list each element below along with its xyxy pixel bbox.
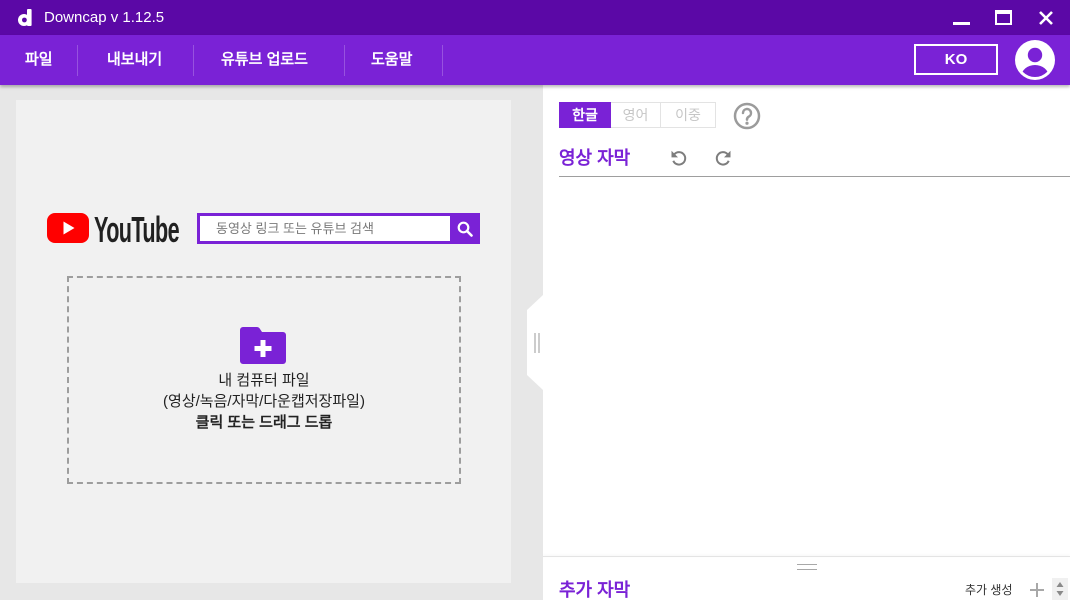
drop-zone-line-3: 클릭 또는 드래그 드롭 — [195, 414, 333, 431]
drop-zone-text: 내 컴퓨터 파일 (영상/녹음/자막/다운캡저장파일) 클릭 또는 드래그 드롭 — [69, 370, 459, 433]
youtube-search-input[interactable] — [197, 213, 453, 244]
subtitle-language-tabs: 한글 영어 이중 — [559, 102, 716, 128]
menu-bar: 파일 내보내기 유튜브 업로드 도움말 KO — [0, 35, 1070, 85]
plus-icon[interactable] — [1029, 582, 1045, 598]
subtitle-header-divider — [559, 176, 1070, 177]
redo-icon[interactable] — [714, 149, 732, 167]
close-button[interactable] — [1026, 0, 1066, 35]
youtube-search — [197, 213, 480, 244]
menu-separator — [193, 45, 194, 76]
language-button[interactable]: KO — [914, 44, 998, 75]
section-divider — [543, 556, 1070, 557]
menu-separator — [77, 45, 78, 76]
close-icon — [1039, 10, 1053, 25]
menu-separator — [344, 45, 345, 76]
youtube-play-icon — [47, 213, 89, 243]
drop-zone-line-1: 내 컴퓨터 파일 — [218, 372, 310, 389]
maximize-button[interactable] — [983, 0, 1023, 35]
additional-subtitle-title: 추가 자막 — [559, 580, 631, 600]
drop-zone-line-2: (영상/녹음/자막/다운캡저장파일) — [163, 393, 365, 410]
video-subtitle-title: 영상 자막 — [559, 148, 631, 168]
tab-dual[interactable]: 이중 — [661, 102, 716, 128]
menu-separator — [442, 45, 443, 76]
file-drop-zone[interactable]: 내 컴퓨터 파일 (영상/녹음/자막/다운캡저장파일) 클릭 또는 드래그 드롭 — [67, 276, 461, 484]
tab-korean[interactable]: 한글 — [559, 102, 611, 128]
minimize-icon — [952, 11, 970, 25]
spinner-arrows-icon[interactable] — [1052, 578, 1068, 600]
search-button[interactable] — [450, 213, 480, 244]
downcap-window: Downcap v 1.12.5 파일 내보내기 유튜브 업로드 도움말 KO … — [0, 0, 1070, 600]
folder-plus-icon — [240, 327, 286, 364]
search-icon — [457, 221, 473, 237]
minimize-button[interactable] — [941, 0, 981, 35]
menu-item-help[interactable]: 도움말 — [371, 35, 412, 85]
undo-icon[interactable] — [670, 149, 688, 167]
menu-item-youtube-upload[interactable]: 유튜브 업로드 — [221, 35, 308, 85]
panel-splitter[interactable] — [527, 295, 543, 390]
tab-english[interactable]: 영어 — [611, 102, 661, 128]
help-circle-icon[interactable] — [733, 102, 761, 130]
youtube-wordmark: YouTube — [94, 209, 180, 250]
window-title: Downcap v 1.12.5 — [44, 9, 165, 26]
user-avatar-icon[interactable] — [1015, 40, 1055, 80]
maximize-icon — [994, 10, 1012, 25]
menu-item-file[interactable]: 파일 — [25, 35, 53, 85]
youtube-logo: YouTube — [47, 209, 187, 250]
splitter-grip-icon[interactable] — [533, 332, 541, 354]
section-resize-handle[interactable] — [797, 564, 817, 570]
downcap-logo-icon — [17, 9, 33, 26]
title-bar: Downcap v 1.12.5 — [0, 0, 1070, 35]
menu-item-export[interactable]: 내보내기 — [107, 35, 162, 85]
add-create-label: 추가 생성 — [965, 583, 1013, 597]
